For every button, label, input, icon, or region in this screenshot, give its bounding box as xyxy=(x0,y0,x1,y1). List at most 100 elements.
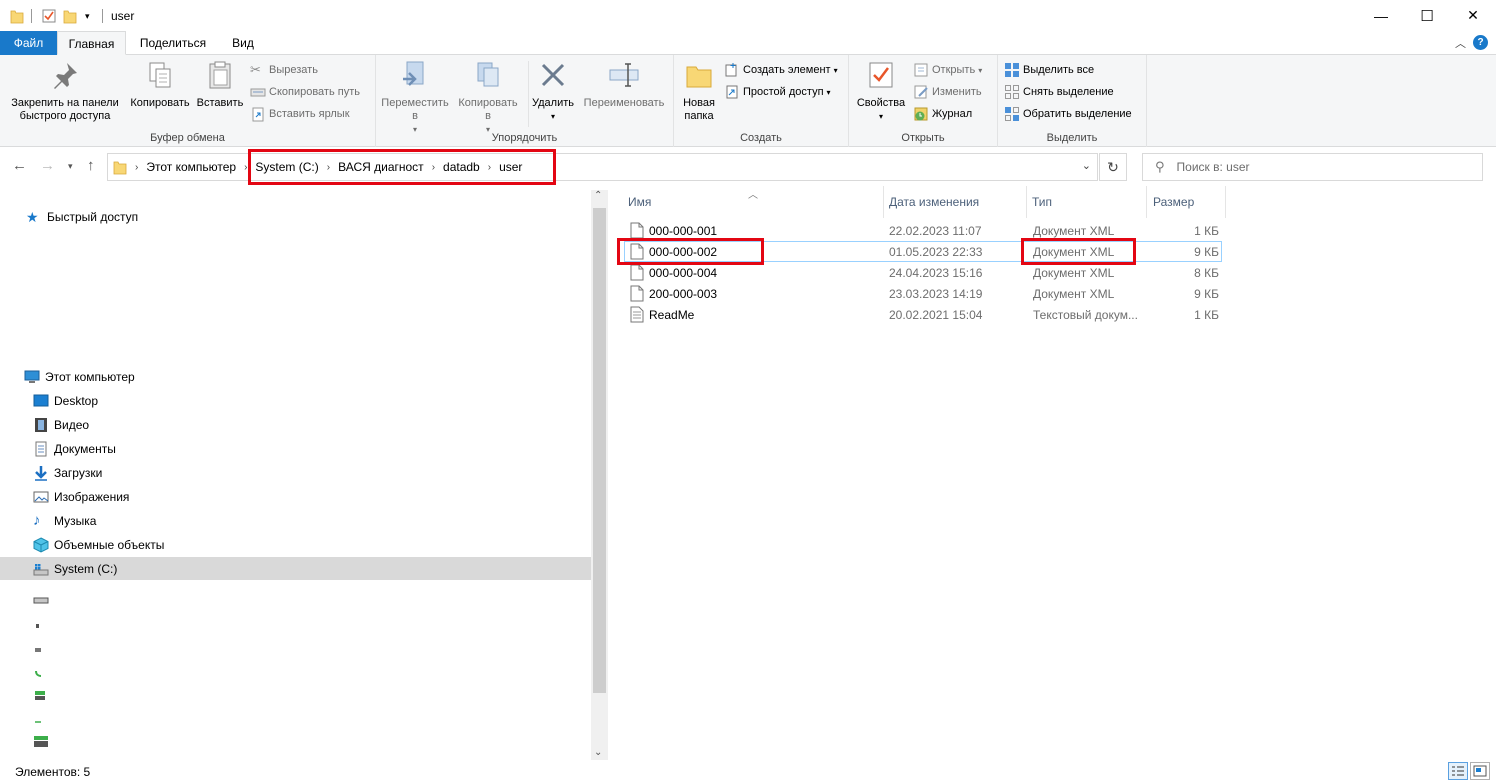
chevron-right-icon: › xyxy=(135,161,139,173)
scrollbar-thumb[interactable] xyxy=(593,208,606,693)
status-bar: Элементов: 5 xyxy=(0,760,1496,783)
drive-icon[interactable] xyxy=(33,636,54,658)
nav-desktop[interactable]: Desktop xyxy=(33,390,98,412)
properties-button[interactable]: Свойства ▾ xyxy=(854,59,908,123)
nav-videos[interactable]: Видео xyxy=(33,414,89,436)
nav-downloads[interactable]: Загрузки xyxy=(33,462,102,484)
scroll-down-arrow-icon[interactable]: ⌄ xyxy=(594,747,602,758)
back-arrow-icon[interactable]: ← xyxy=(12,157,27,174)
properties-label: Свойства xyxy=(856,97,906,109)
nav-system-c[interactable]: System (C:) xyxy=(0,557,591,580)
new-folder-button[interactable]: Новая папка xyxy=(678,59,720,123)
cut-label: Вырезать xyxy=(269,64,318,76)
file-name: ReadMe xyxy=(649,307,695,322)
tab-view[interactable]: Вид xyxy=(222,31,264,55)
drive-icon[interactable] xyxy=(33,684,54,706)
easy-access-button[interactable]: Простой доступ ▾ xyxy=(724,82,831,102)
nav-documents[interactable]: Документы xyxy=(33,438,116,460)
recent-locations-chevron-icon[interactable]: ▾ xyxy=(68,161,73,172)
paste-shortcut-button[interactable]: Вставить ярлык xyxy=(250,104,350,124)
file-size: 9 КБ xyxy=(1194,244,1219,259)
close-button[interactable]: ✕ xyxy=(1450,0,1496,31)
file-name: 200-000-003 xyxy=(649,286,718,301)
nav-pictures-label: Изображения xyxy=(54,490,130,504)
move-to-button[interactable]: Переместить в ▾ xyxy=(380,59,450,136)
refresh-button[interactable]: ↻ xyxy=(1099,153,1127,181)
up-arrow-icon[interactable]: ↑ xyxy=(87,157,95,174)
pin-quick-access-label: Закрепить на панели быстрого доступа xyxy=(11,97,119,122)
select-none-button[interactable]: Снять выделение xyxy=(1004,82,1114,102)
ribbon-collapse-icon[interactable]: ︿ xyxy=(1455,35,1466,51)
refresh-icon: ↻ xyxy=(1107,158,1119,175)
drive-icon[interactable] xyxy=(33,708,54,730)
new-item-icon xyxy=(725,63,737,77)
video-icon xyxy=(35,418,47,432)
open-group: Свойства ▾ Открыть ▾ Изменить Журнал Отк… xyxy=(849,55,998,147)
delete-button[interactable]: Удалить ▾ xyxy=(530,59,576,123)
text-file-icon xyxy=(630,306,644,323)
ribbon: Закрепить на панели быстрого доступа Коп… xyxy=(0,55,1496,147)
new-item-button[interactable]: Создать элемент ▾ xyxy=(724,60,838,80)
item-count: Элементов: 5 xyxy=(15,764,91,779)
nav-pane-scrollbar[interactable]: ⌃ ⌄ xyxy=(591,190,608,760)
history-button[interactable]: Журнал xyxy=(913,104,972,124)
copy-to-button[interactable]: Копировать в ▾ xyxy=(454,59,522,136)
drive-icon xyxy=(33,563,49,575)
window-title: user xyxy=(111,9,135,23)
large-icons-view-button[interactable] xyxy=(1470,762,1490,780)
column-header-name[interactable]: Имя xyxy=(622,186,884,218)
table-row[interactable]: 200-000-003 23.03.2023 14:19 Документ XM… xyxy=(624,283,1222,304)
search-input[interactable]: ⚲ Поиск в: user xyxy=(1142,153,1483,181)
select-all-button[interactable]: Выделить все xyxy=(1004,60,1094,80)
scroll-up-arrow-icon[interactable]: ⌃ xyxy=(594,190,602,201)
forward-arrow-icon[interactable]: → xyxy=(40,157,55,174)
pin-icon xyxy=(54,63,77,89)
address-dropdown-icon[interactable]: ⌄ xyxy=(1082,159,1091,172)
xml-file-icon xyxy=(630,285,644,302)
tab-home[interactable]: Главная xyxy=(57,31,126,55)
nav-this-pc[interactable]: Этот компьютер xyxy=(24,366,135,388)
invert-selection-button[interactable]: Обратить выделение xyxy=(1004,104,1132,124)
breadcrumb-this-pc[interactable]: Этот компьютер xyxy=(146,160,236,174)
rename-button[interactable]: Переименовать xyxy=(578,59,670,110)
copy-path-button[interactable]: Скопировать путь xyxy=(250,82,360,102)
drive-icon[interactable] xyxy=(33,660,54,682)
new-folder-qa-icon[interactable] xyxy=(63,7,77,25)
open-button[interactable]: Открыть ▾ xyxy=(913,60,982,80)
qa-customize-dropdown-icon[interactable]: ▾ xyxy=(85,7,90,25)
file-size: 8 КБ xyxy=(1194,265,1219,280)
paste-button[interactable]: Вставить xyxy=(195,59,245,110)
maximize-button[interactable]: ☐ xyxy=(1404,0,1450,31)
clipboard-group-label: Буфер обмена xyxy=(150,132,225,144)
search-icon: ⚲ xyxy=(1155,159,1165,174)
nav-music[interactable]: ♪ Музыка xyxy=(33,510,96,532)
drive-icon[interactable] xyxy=(33,730,54,752)
details-view-button[interactable] xyxy=(1448,762,1468,780)
column-header-type[interactable]: Тип xyxy=(1026,186,1147,218)
table-row[interactable]: ReadMe 20.02.2021 15:04 Текстовый докум.… xyxy=(624,304,1222,325)
tab-file[interactable]: Файл xyxy=(0,31,57,55)
copy-label: Копировать xyxy=(130,97,190,109)
nav-quick-access-label: Быстрый доступ xyxy=(47,210,139,224)
minimize-button[interactable]: — xyxy=(1358,0,1404,31)
nav-quick-access[interactable]: ★ Быстрый доступ xyxy=(26,206,138,228)
nav-pictures[interactable]: Изображения xyxy=(33,486,129,508)
table-row[interactable]: 000-000-004 24.04.2023 15:16 Документ XM… xyxy=(624,262,1222,283)
help-icon[interactable]: ? xyxy=(1473,35,1488,50)
new-folder-label: Новая папка xyxy=(683,97,715,122)
properties-qa-icon[interactable] xyxy=(41,7,57,25)
file-name: 000-000-004 xyxy=(649,265,718,280)
computer-icon xyxy=(24,370,40,383)
copy-button[interactable]: Копировать xyxy=(127,59,193,110)
chevron-right-icon[interactable]: › xyxy=(244,162,247,173)
tab-share[interactable]: Поделиться xyxy=(130,31,216,55)
cut-button[interactable]: ✂ Вырезать xyxy=(250,60,318,80)
drive-icon[interactable] xyxy=(33,612,54,634)
column-header-modified[interactable]: Дата изменения xyxy=(883,186,1027,218)
pin-quick-access-button[interactable]: Закрепить на панели быстрого доступа xyxy=(6,59,124,123)
nav-3d-objects[interactable]: Объемные объекты xyxy=(33,534,164,556)
drive-icon[interactable] xyxy=(33,588,54,610)
rename-label: Переименовать xyxy=(583,97,665,109)
column-header-size[interactable]: Размер xyxy=(1147,186,1226,218)
edit-button[interactable]: Изменить xyxy=(913,82,982,102)
